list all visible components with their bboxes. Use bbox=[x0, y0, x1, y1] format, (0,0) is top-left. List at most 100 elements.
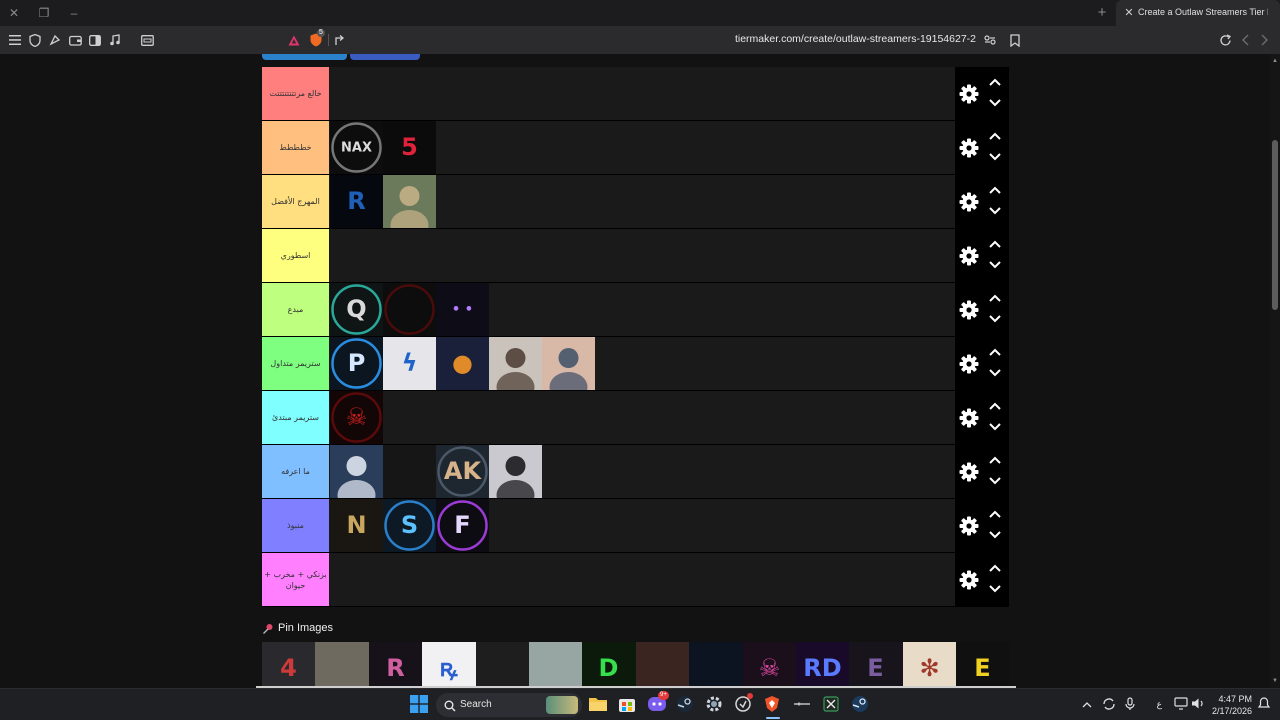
catwoman-pin[interactable]: 4 bbox=[262, 642, 316, 688]
address-bar-url[interactable]: tiermaker.com/create/outlaw-streamers-19… bbox=[720, 33, 976, 45]
tier-label[interactable]: خالع مرتتتتتتتتت bbox=[262, 67, 329, 120]
move-up-icon[interactable] bbox=[987, 237, 1003, 251]
blue-pd-logo[interactable]: P bbox=[330, 337, 383, 390]
share-icon[interactable] bbox=[332, 32, 348, 48]
move-up-icon[interactable] bbox=[987, 453, 1003, 467]
gear-icon[interactable] bbox=[959, 138, 979, 158]
anime-pumpkin-avatar[interactable]: ● bbox=[436, 337, 489, 390]
top-button-primary[interactable] bbox=[262, 54, 347, 60]
move-down-icon[interactable] bbox=[987, 366, 1003, 380]
forward-icon[interactable] bbox=[1257, 32, 1273, 48]
yellow-e-logo-pin[interactable]: E bbox=[956, 642, 1009, 688]
gold-n-logo[interactable]: N bbox=[330, 499, 383, 552]
purple-e-logo-pin[interactable]: E bbox=[849, 642, 903, 688]
move-down-icon[interactable] bbox=[987, 312, 1003, 326]
media-player-icon[interactable] bbox=[792, 695, 812, 715]
move-up-icon[interactable] bbox=[987, 291, 1003, 305]
scroll-up-icon[interactable]: ▲ bbox=[1270, 56, 1280, 66]
music-icon[interactable] bbox=[107, 32, 123, 48]
page-scrollbar[interactable]: ▲ ▼ bbox=[1270, 54, 1280, 688]
move-down-icon[interactable] bbox=[987, 150, 1003, 164]
tier-label[interactable]: منبوذ bbox=[262, 499, 329, 552]
green-d-logo-pin[interactable]: D bbox=[582, 642, 636, 688]
excel-icon[interactable] bbox=[822, 695, 842, 715]
red-skull-avatar[interactable]: ☠ bbox=[330, 391, 383, 444]
bookmark-icon[interactable] bbox=[1007, 32, 1023, 48]
clock-time[interactable]: 4:47 PM bbox=[1208, 694, 1252, 704]
gear-icon[interactable] bbox=[959, 192, 979, 212]
move-up-icon[interactable] bbox=[987, 507, 1003, 521]
extensions-icon[interactable] bbox=[47, 32, 63, 48]
tray-chevron-icon[interactable] bbox=[1081, 697, 1101, 717]
blue-r-logo[interactable]: R bbox=[330, 175, 383, 228]
tier-label[interactable]: المهرج الأفضل bbox=[262, 175, 329, 228]
minimize-window-icon[interactable]: – bbox=[66, 5, 82, 21]
tab-manager-icon[interactable] bbox=[139, 32, 155, 48]
tier-label[interactable]: ستريمر مبتدئ bbox=[262, 391, 329, 444]
new-tab-button[interactable]: + bbox=[1094, 4, 1110, 22]
blue-lightning-logo[interactable]: ϟ bbox=[383, 337, 436, 390]
dark-shadow-avatar[interactable] bbox=[383, 445, 436, 498]
tier-label[interactable]: ستريمر متداول bbox=[262, 337, 329, 390]
move-up-icon[interactable] bbox=[987, 345, 1003, 359]
tier-label[interactable]: خطططط bbox=[262, 121, 329, 174]
move-up-icon[interactable] bbox=[987, 561, 1003, 575]
woman-photo[interactable] bbox=[542, 337, 595, 390]
yellow-hands-pin[interactable] bbox=[528, 642, 583, 688]
input-language[interactable]: ع bbox=[1150, 699, 1162, 710]
windows-start-icon[interactable] bbox=[410, 695, 430, 715]
dark-portrait-pin[interactable] bbox=[475, 642, 529, 688]
sidebar-icon[interactable] bbox=[87, 32, 103, 48]
bird-photo-pin[interactable] bbox=[315, 642, 369, 688]
ornate-seal-pin[interactable]: ✻ bbox=[902, 642, 957, 688]
tier-label[interactable]: اسطوري bbox=[262, 229, 329, 282]
gear-icon[interactable] bbox=[959, 300, 979, 320]
soldier-photo[interactable] bbox=[383, 175, 436, 228]
bearded-man-photo[interactable] bbox=[489, 337, 542, 390]
close-window-icon[interactable]: ✕ bbox=[6, 5, 22, 21]
wallet-icon[interactable] bbox=[67, 32, 83, 48]
back-icon[interactable] bbox=[1237, 32, 1253, 48]
gear-icon[interactable] bbox=[959, 354, 979, 374]
tier-label[interactable]: مبدع bbox=[262, 283, 329, 336]
sync-icon[interactable] bbox=[1102, 697, 1122, 717]
move-down-icon[interactable] bbox=[987, 96, 1003, 110]
move-down-icon[interactable] bbox=[987, 582, 1003, 596]
scroll-down-icon[interactable]: ▼ bbox=[1270, 676, 1280, 686]
move-up-icon[interactable] bbox=[987, 129, 1003, 143]
purple-f-logo[interactable]: F bbox=[436, 499, 489, 552]
move-up-icon[interactable] bbox=[987, 183, 1003, 197]
notifications-icon[interactable] bbox=[1257, 697, 1278, 717]
move-up-icon[interactable] bbox=[987, 399, 1003, 413]
store-icon[interactable] bbox=[618, 695, 638, 715]
shield-icon[interactable] bbox=[27, 32, 43, 48]
clock-date[interactable]: 2/17/2026 bbox=[1206, 706, 1252, 716]
brave-shield-icon[interactable]: 5 bbox=[308, 29, 325, 48]
steam-icon[interactable] bbox=[676, 695, 696, 715]
purple-eyes-avatar[interactable]: • • bbox=[436, 283, 489, 336]
teal-q-logo[interactable]: Q bbox=[330, 283, 383, 336]
app-with-notification-icon[interactable] bbox=[734, 693, 754, 715]
gear-icon[interactable] bbox=[959, 516, 979, 536]
microphone-icon[interactable] bbox=[1124, 697, 1144, 717]
gear-icon[interactable] bbox=[959, 570, 979, 590]
blue-s-logo[interactable]: S bbox=[383, 499, 436, 552]
settings-icon[interactable] bbox=[705, 695, 725, 715]
woman-portrait-pin[interactable] bbox=[635, 642, 690, 688]
pink-skull-pin[interactable]: ☠ bbox=[742, 642, 796, 688]
red-five-logo[interactable]: 5 bbox=[383, 121, 436, 174]
gear-icon[interactable] bbox=[959, 462, 979, 482]
menu-icon[interactable] bbox=[7, 32, 23, 48]
anime-white-hair-avatar[interactable] bbox=[330, 445, 383, 498]
dark-hair-anime-avatar[interactable] bbox=[489, 445, 542, 498]
brave-rewards-icon[interactable] bbox=[286, 32, 302, 48]
pink-r-logo-pin[interactable]: R bbox=[368, 642, 423, 688]
gear-icon[interactable] bbox=[959, 246, 979, 266]
nax-logo[interactable]: NAX bbox=[330, 121, 383, 174]
gear-icon[interactable] bbox=[959, 408, 979, 428]
move-down-icon[interactable] bbox=[987, 474, 1003, 488]
browser-tab[interactable]: ✕ Create a Outlaw Streamers Tier L bbox=[1116, 0, 1280, 26]
move-up-icon[interactable] bbox=[987, 75, 1003, 89]
blue-lion-pin[interactable] bbox=[689, 642, 743, 688]
tier-label[interactable]: ما اعرفه bbox=[262, 445, 329, 498]
